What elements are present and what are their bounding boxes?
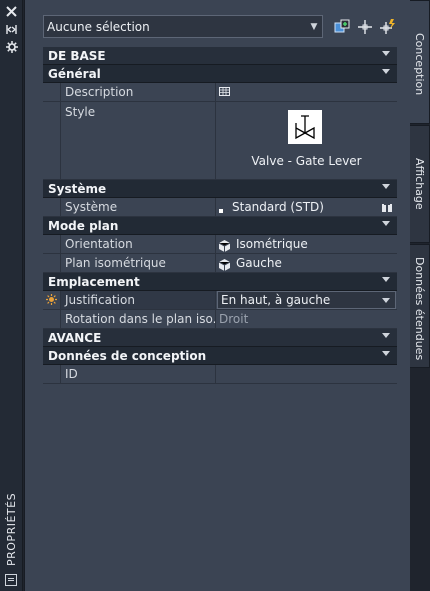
section-title: AVANCE bbox=[48, 330, 102, 345]
category-title: Système bbox=[48, 181, 107, 196]
property-label: Plan isométrique bbox=[61, 254, 216, 272]
system-color-icon bbox=[219, 209, 223, 213]
category-title: Données de conception bbox=[48, 348, 207, 363]
id-value[interactable] bbox=[216, 365, 397, 383]
category-title: Emplacement bbox=[48, 274, 140, 289]
chevron-down-icon[interactable] bbox=[382, 351, 390, 356]
property-value[interactable]: Isométrique bbox=[216, 235, 397, 253]
property-label: Système bbox=[61, 198, 216, 216]
property-row-systeme: Système Standard (STD) bbox=[43, 198, 397, 217]
chevron-down-icon[interactable] bbox=[382, 298, 390, 303]
tab-conception[interactable]: Conception bbox=[410, 0, 430, 124]
property-value[interactable]: Standard (STD) bbox=[216, 198, 397, 216]
property-label: Orientation bbox=[61, 235, 216, 253]
chevron-down-icon[interactable] bbox=[382, 221, 390, 226]
category-title: Général bbox=[48, 66, 101, 81]
property-row-justification: Justification En haut, à gauche bbox=[43, 291, 397, 310]
isometric-cube-icon bbox=[218, 239, 231, 252]
property-row-id: ID bbox=[43, 365, 397, 384]
property-row-orientation: Orientation Isométrique bbox=[43, 235, 397, 254]
chevron-down-icon: ▼ bbox=[310, 21, 318, 32]
select-objects-icon[interactable] bbox=[357, 19, 373, 35]
category-title: Mode plan bbox=[48, 218, 119, 233]
section-de-base[interactable]: DE BASE bbox=[43, 47, 397, 65]
style-preview-cell[interactable]: Valve - Gate Lever bbox=[216, 102, 397, 179]
properties-palette: Aucune sélection ▼ DE BASE Général Descr… bbox=[24, 0, 410, 591]
chevron-down-icon[interactable] bbox=[382, 69, 390, 74]
category-emplacement[interactable]: Emplacement bbox=[43, 273, 397, 291]
property-value[interactable] bbox=[216, 83, 397, 101]
rotation-value: Droit bbox=[219, 312, 249, 326]
valve-preview-icon[interactable] bbox=[288, 110, 322, 144]
isometric-cube-icon bbox=[218, 258, 231, 271]
category-mode-plan[interactable]: Mode plan bbox=[43, 217, 397, 235]
selection-value: Aucune sélection bbox=[47, 19, 150, 34]
plan-iso-value: Gauche bbox=[236, 256, 282, 270]
tab-label: Conception bbox=[413, 33, 426, 96]
sun-icon bbox=[46, 294, 57, 308]
palette-title-strip: PROPRIÉTÉS bbox=[0, 0, 23, 591]
toggle-pickadd-icon[interactable] bbox=[334, 19, 350, 35]
tab-label: Affichage bbox=[413, 158, 426, 210]
select-system-icon[interactable] bbox=[381, 201, 393, 213]
property-value[interactable]: Gauche bbox=[216, 254, 397, 272]
orientation-value: Isométrique bbox=[236, 237, 308, 251]
property-row-plan-isometrique: Plan isométrique Gauche bbox=[43, 254, 397, 273]
property-label: Description bbox=[61, 83, 216, 101]
system-value: Standard (STD) bbox=[232, 200, 324, 214]
tab-label: Données étendues bbox=[413, 257, 426, 361]
chevron-down-icon[interactable] bbox=[382, 51, 390, 56]
settings-icon[interactable] bbox=[4, 41, 19, 53]
property-label: Rotation dans le plan iso... bbox=[61, 310, 216, 328]
tab-affichage[interactable]: Affichage bbox=[410, 125, 430, 243]
worksheet-icon[interactable] bbox=[219, 83, 230, 101]
justification-dropdown[interactable]: En haut, à gauche bbox=[217, 291, 396, 309]
property-grid: DE BASE Général Description Style Valve … bbox=[43, 47, 397, 384]
selection-dropdown[interactable]: Aucune sélection ▼ bbox=[43, 15, 323, 38]
style-value: Valve - Gate Lever bbox=[251, 154, 362, 168]
close-icon[interactable] bbox=[4, 6, 19, 18]
section-avance[interactable]: AVANCE bbox=[43, 329, 397, 347]
category-systeme[interactable]: Système bbox=[43, 180, 397, 198]
property-label: Style bbox=[61, 102, 216, 179]
chevron-down-icon[interactable] bbox=[382, 184, 390, 189]
auto-hide-icon[interactable] bbox=[4, 24, 19, 36]
chevron-down-icon[interactable] bbox=[382, 333, 390, 338]
property-row-description: Description bbox=[43, 83, 397, 102]
category-donnees-conception[interactable]: Données de conception bbox=[43, 347, 397, 365]
quick-select-icon[interactable] bbox=[380, 19, 396, 35]
property-row-style: Style Valve - Gate Lever bbox=[43, 102, 397, 180]
justification-value: En haut, à gauche bbox=[221, 293, 331, 307]
property-label: ID bbox=[61, 365, 216, 383]
chevron-down-icon[interactable] bbox=[382, 277, 390, 282]
property-label: Justification bbox=[61, 291, 216, 309]
category-general[interactable]: Général bbox=[43, 65, 397, 83]
palette-tabs: Conception Affichage Données étendues bbox=[410, 0, 430, 591]
palette-title: PROPRIÉTÉS bbox=[5, 492, 18, 566]
properties-icon[interactable] bbox=[5, 574, 17, 586]
section-title: DE BASE bbox=[48, 48, 106, 63]
property-row-rotation: Rotation dans le plan iso... Droit bbox=[43, 310, 397, 329]
tab-donnees-etendues[interactable]: Données étendues bbox=[410, 244, 430, 368]
